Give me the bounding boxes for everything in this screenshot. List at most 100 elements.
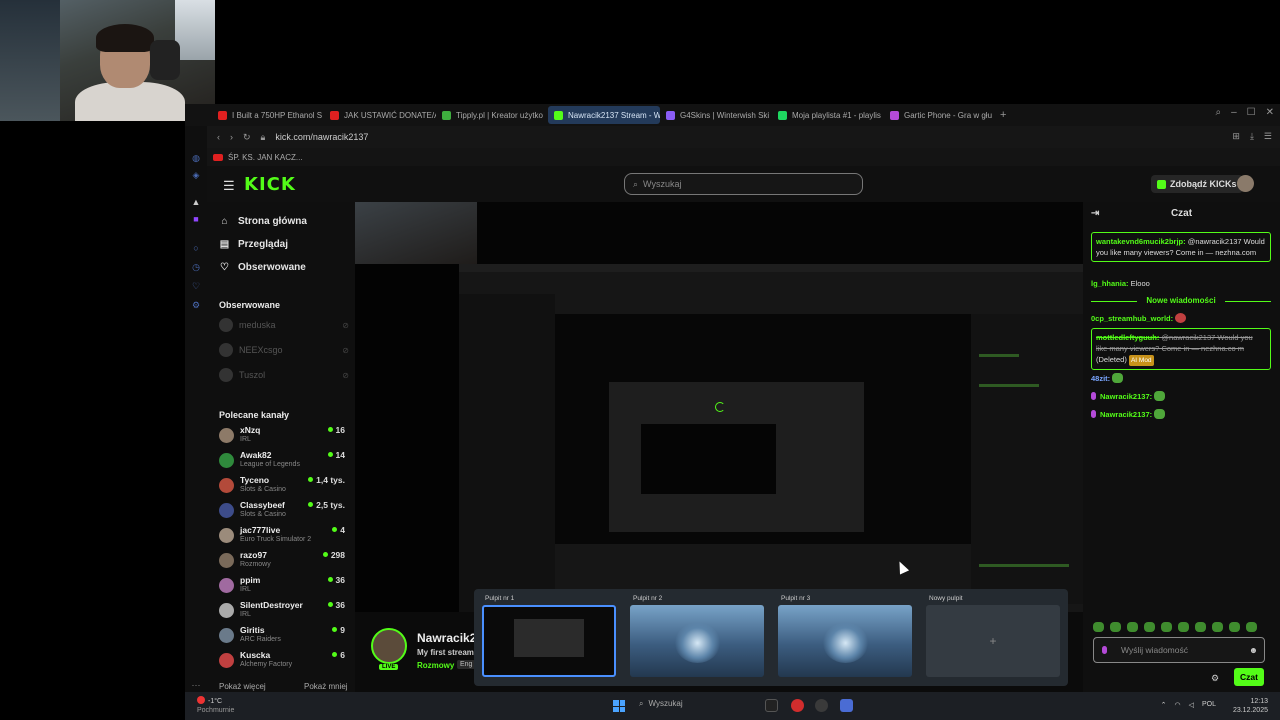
close-icon[interactable]: ✕ [1266,107,1274,118]
live-dot-icon [332,527,338,532]
search-input[interactable]: ⌕ Wyszukaj [624,173,863,195]
avatar [219,368,233,382]
minimize-icon[interactable]: – [1231,107,1237,118]
maximize-icon[interactable]: ☐ [1247,107,1256,118]
quick-emotes[interactable] [1093,622,1257,632]
live-dot-icon [327,452,333,457]
url-field[interactable]: kick.com/nawracik2137 [275,132,368,142]
desktop-thumbnail[interactable] [778,605,912,677]
recommended-channel[interactable]: razo97 Rozmowy 298 [219,549,345,573]
browser-tab[interactable]: Gartic Phone - Gra w głu [884,106,996,124]
task-view-icon[interactable] [765,699,778,712]
tab-favicon-icon [442,110,451,120]
browser-tab[interactable]: Moja playlista #1 - playlis [772,106,884,124]
nav-browse[interactable]: ▤ Przeglądaj [219,239,288,250]
clock[interactable]: 12:13 23.12.2025 [1233,697,1268,715]
browser-tab[interactable]: Tipply.pl | Kreator użytko [436,106,548,124]
show-more-link[interactable]: Pokaż więcej [219,682,266,691]
chat-send-button[interactable]: Czat [1234,668,1264,686]
chat-message: 0cp_streamhub_world: [1091,313,1271,324]
emoji-icon[interactable]: ☻ [1249,645,1258,655]
virtual-desktop[interactable]: Nowy pulpit + [926,595,1060,677]
recommended-channel[interactable]: xNzq IRL 16 [219,424,345,448]
virtual-desktop[interactable]: Pulpit nr 2 [630,595,764,677]
desktop-thumbnail[interactable] [482,605,616,677]
messenger-icon[interactable]: ◈ [191,170,201,180]
recommended-channel[interactable]: Kuscka Alchemy Factory 6 [219,649,345,673]
avatar [219,628,234,643]
weather-widget[interactable]: -1°C Pochmurnie [197,696,234,715]
user-avatar[interactable] [1237,175,1254,192]
forward-icon[interactable]: › [230,132,233,142]
new-messages-divider: Nowe wiadomości [1091,296,1271,305]
virtual-desktop[interactable]: Pulpit nr 3 [778,595,912,677]
recommended-channel[interactable]: Tyceno Slots & Casino 1,4 tys. [219,474,345,498]
live-badge: LIVE [379,664,399,670]
live-dot-icon [308,477,314,482]
menu-icon[interactable]: ☰ [1264,131,1272,142]
bookmarks-icon[interactable]: ♡ [191,281,201,291]
chat-input[interactable]: Wyślij wiadomość ☻ [1093,637,1265,663]
bookmark-item[interactable]: ŚP. KS. JAN KACZ... [228,153,303,162]
live-dot-icon [327,602,333,607]
player-icon[interactable]: ○ [191,243,201,253]
broadcaster-badge-icon [1091,392,1096,400]
system-tray[interactable]: ⌃ ◠ ◁ POL [1161,701,1216,709]
streamer-name[interactable]: Nawracik2 [417,631,476,645]
get-kicks-button[interactable]: Zdobądź KICKs [1151,175,1243,193]
nav-following[interactable]: ♡ Obserwowane [219,262,306,273]
twitch-icon[interactable]: ■ [191,214,201,224]
download-icon[interactable]: ⤓ [1250,131,1254,142]
language-tag[interactable]: Eng [457,660,476,669]
viewer-count: 9 [332,625,345,635]
followed-channel[interactable]: Tuszol ⊘ [219,368,349,382]
followed-channel[interactable]: meduska ⊘ [219,318,349,332]
extensions-icon[interactable]: ⊞ [1232,131,1240,142]
hamburger-icon[interactable]: ☰ [223,178,235,194]
recommended-channel[interactable]: Awak82 League of Legends 14 [219,449,345,473]
new-tab-button[interactable]: + [1000,109,1006,121]
settings-icon[interactable]: ⚙ [191,300,201,310]
stream-category[interactable]: Rozmowy [417,661,454,670]
desktop-thumbnail[interactable] [630,605,764,677]
kick-logo[interactable]: KICK [244,174,296,195]
obs-icon[interactable] [815,699,828,712]
video-player[interactable] [355,202,1083,612]
history-icon[interactable]: ◷ [191,262,201,272]
app-icon[interactable] [840,699,853,712]
virtual-desktop[interactable]: Pulpit nr 1 [482,595,616,677]
tab-favicon-icon [218,110,227,120]
recommended-channel[interactable]: jac777live Euro Truck Simulator 24 [219,524,345,548]
opera-icon[interactable]: ◍ [191,153,201,163]
recommended-channel[interactable]: Classybeef Slots & Casino 2,5 tys. [219,499,345,523]
browser-tab[interactable]: Nawracik2137 Stream - W [548,106,660,124]
stream-title: My first stream [417,648,474,657]
recommended-channel[interactable]: SilentDestroyer IRL 36 [219,599,345,623]
live-dot-icon [322,552,328,557]
kick-coin-icon [1157,179,1166,189]
avatar [219,528,234,543]
browser-tab[interactable]: G4Skins | Winterwish Ski [660,106,772,124]
taskbar-search[interactable]: ⌕ Wyszukaj [639,699,683,709]
recommended-title: Polecane kanały [219,410,290,420]
browser-tab[interactable]: I Built a 750HP Ethanol S [212,106,324,124]
heart-icon: ♡ [220,262,229,273]
back-icon[interactable]: ‹ [217,132,220,142]
avatar [219,578,234,593]
recommended-channel[interactable]: Giritis ARC Raiders 9 [219,624,345,648]
streamer-avatar[interactable] [371,628,407,664]
more-icon[interactable]: ··· [191,680,201,690]
stream-screen-capture [459,264,1083,612]
search-tabs-icon[interactable]: ⌕ [1215,107,1221,118]
recommended-channel[interactable]: ppim IRL 36 [219,574,345,598]
browser-tab[interactable]: JAK USTAWIĆ DONATE/A [324,106,436,124]
new-desktop-button[interactable]: + [926,605,1060,677]
start-button[interactable] [613,700,625,712]
followed-channel[interactable]: NEEXcsgo ⊘ [219,343,349,357]
nav-home[interactable]: ⌂ Strona główna [219,216,306,227]
opera-gx-icon[interactable] [791,699,804,712]
ai-icon[interactable]: ▲ [191,197,201,207]
reload-icon[interactable]: ↻ [243,132,251,143]
chat-settings-icon[interactable]: ⚙ [1211,673,1219,684]
show-less-link[interactable]: Pokaż mniej [304,682,348,691]
